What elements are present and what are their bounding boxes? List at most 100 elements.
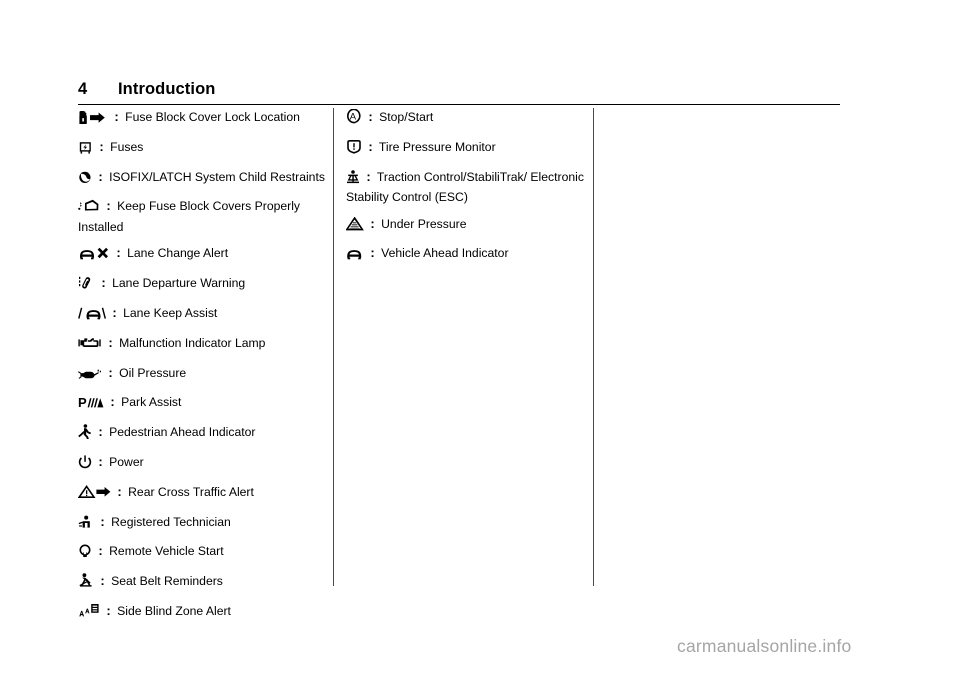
power-icon [78, 455, 92, 474]
symbol-label: Rear Cross Traffic Alert [128, 484, 254, 499]
symbol-label: ISOFIX/LATCH System Child Restraints [109, 169, 325, 184]
entry-separator: : [112, 304, 117, 320]
entry-separator: : [370, 245, 375, 261]
page-number: 4 [78, 80, 88, 98]
entry-separator: : [106, 602, 111, 618]
symbol-entry: : Keep Fuse Block Covers Properly Instal… [78, 197, 326, 235]
column-divider-left [333, 108, 334, 586]
entry-separator: : [99, 138, 104, 154]
keep-fuse-block-covers-installed-icon [78, 199, 100, 218]
symbol-label: Fuse Block Cover Lock Location [125, 110, 300, 124]
page-header: 4 Introduction [78, 80, 840, 105]
stop-start-icon: A [346, 109, 362, 129]
malfunction-indicator-lamp-icon [78, 336, 102, 355]
entry-separator: : [114, 109, 119, 124]
column-right: A : Stop/Start : Tire Pressure Monitor:… [346, 108, 594, 274]
symbol-label: Under Pressure [381, 216, 467, 231]
entry-separator: : [98, 543, 103, 559]
symbol-label: Lane Departure Warning [112, 276, 246, 291]
tire-pressure-monitor-icon [346, 139, 362, 159]
symbol-entry: : Power [78, 453, 326, 474]
column-left: : Fuse Block Cover Lock Location : Fuses [78, 108, 326, 632]
fuses-icon [78, 141, 93, 159]
pedestrian-ahead-indicator-icon [78, 424, 92, 444]
symbol-entry: : Remote Vehicle Start [78, 542, 326, 563]
symbol-label: Malfunction Indicator Lamp [119, 335, 266, 350]
symbol-entry: : Lane Change Alert [78, 244, 326, 265]
symbol-label: Power [109, 454, 144, 469]
symbol-entry: : Lane Keep Assist [78, 304, 326, 325]
lane-keep-assist-icon [78, 307, 106, 325]
svg-text:P: P [78, 396, 87, 409]
symbol-index-columns: : Fuse Block Cover Lock Location : Fuses [78, 108, 840, 618]
symbol-entry: : Seat Belt Reminders [78, 572, 326, 593]
lane-change-alert-icon [78, 247, 110, 265]
symbol-entry: : ISOFIX/LATCH System Child Restraints [78, 168, 326, 189]
column-divider-right [593, 108, 594, 586]
header-divider-rule [78, 104, 840, 105]
symbol-label: Oil Pressure [119, 365, 187, 380]
registered-technician-icon [78, 515, 94, 534]
fuse-block-cover-lock-icon [78, 111, 108, 129]
site-watermark: carmanualsonline.info [677, 636, 852, 656]
seat-belt-reminders-icon [78, 573, 94, 593]
entry-separator: : [108, 364, 113, 380]
symbol-entry: : Registered Technician [78, 513, 326, 534]
symbol-label: Lane Change Alert [127, 246, 229, 261]
entry-separator: : [100, 573, 105, 589]
symbol-entry: P : Park Assist [78, 393, 326, 414]
symbol-label: Registered Technician [111, 514, 231, 529]
remote-vehicle-start-icon [78, 544, 92, 563]
isofix-latch-child-restraint-icon [78, 171, 92, 189]
side-blind-zone-alert-icon [78, 603, 100, 623]
symbol-label: Park Assist [121, 395, 182, 410]
entry-separator: : [98, 453, 103, 469]
symbol-label: Vehicle Ahead Indicator [381, 246, 509, 261]
entry-separator: : [117, 483, 122, 499]
entry-separator: : [368, 109, 373, 124]
entry-separator: : [100, 513, 105, 529]
rear-cross-traffic-alert-icon [78, 484, 111, 504]
symbol-entry: : Tire Pressure Monitor [346, 138, 594, 159]
header-row: 4 Introduction [78, 80, 840, 103]
oil-pressure-icon [78, 368, 102, 385]
symbol-entry: : Fuse Block Cover Lock Location [78, 108, 326, 129]
symbol-label: Tire Pressure Monitor [378, 139, 496, 154]
symbol-label: Pedestrian Ahead Indicator [109, 425, 256, 440]
entry-separator: : [101, 275, 106, 291]
entry-separator: : [106, 198, 111, 214]
symbol-label: Remote Vehicle Start [109, 544, 224, 559]
entry-separator: : [110, 394, 115, 410]
symbol-entry: : Fuses [78, 138, 326, 159]
symbol-label: Stop/Start [379, 110, 434, 124]
entry-separator: : [366, 168, 371, 184]
entry-separator: : [368, 138, 373, 154]
entry-separator: : [370, 215, 375, 231]
entry-separator: : [98, 168, 103, 184]
symbol-entry: : Side Blind Zone Alert [78, 602, 326, 623]
symbol-label: Fuses [110, 139, 144, 154]
park-assist-icon: P [78, 396, 104, 414]
page-title: Introduction [118, 80, 216, 98]
symbol-label: Traction Control/StabiliTrak/ Electronic… [346, 169, 584, 204]
svg-text:A: A [350, 112, 357, 123]
entry-separator: : [116, 245, 121, 261]
symbol-entry: : Oil Pressure [78, 364, 326, 385]
symbol-label: Side Blind Zone Alert [117, 603, 231, 618]
symbol-entry: : Traction Control/StabiliTrak/ Electron… [346, 168, 594, 206]
symbol-label: Lane Keep Assist [123, 305, 218, 320]
entry-separator: : [98, 424, 103, 440]
symbol-entry: : Pedestrian Ahead Indicator [78, 423, 326, 444]
symbol-entry: : Vehicle Ahead Indicator [346, 244, 594, 265]
symbol-label: Seat Belt Reminders [111, 574, 223, 589]
under-pressure-icon [346, 216, 364, 236]
lane-departure-warning-icon [78, 276, 95, 295]
symbol-entry: : Lane Departure Warning [78, 274, 326, 295]
entry-separator: : [108, 334, 113, 350]
symbol-entry: A : Stop/Start [346, 108, 594, 129]
traction-control-icon [346, 169, 360, 189]
symbol-entry: : Rear Cross Traffic Alert [78, 483, 326, 504]
vehicle-ahead-indicator-icon [346, 247, 364, 265]
symbol-entry: : Malfunction Indicator Lamp [78, 334, 326, 355]
symbol-entry: : Under Pressure [346, 215, 594, 236]
